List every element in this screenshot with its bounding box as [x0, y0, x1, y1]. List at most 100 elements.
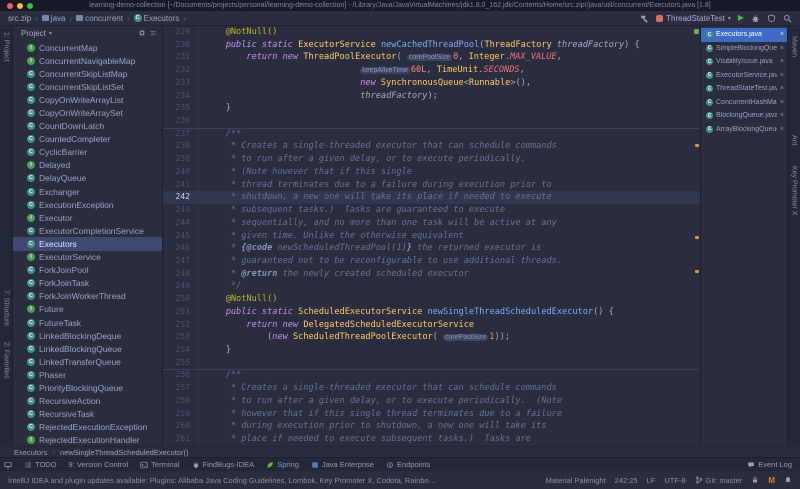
code-line[interactable]: 236: [163, 115, 700, 128]
close-icon[interactable]: ×: [780, 58, 784, 65]
line-separator-widget[interactable]: LF: [647, 476, 656, 485]
close-icon[interactable]: ×: [780, 126, 784, 133]
line-number[interactable]: 258: [163, 394, 199, 408]
breadcrumb-item[interactable]: java: [41, 14, 65, 23]
vcs-widget[interactable]: Git: master: [695, 476, 742, 485]
line-number[interactable]: 246: [163, 242, 199, 255]
project-tree-item[interactable]: C CopyOnWriteArrayList: [13, 93, 162, 106]
project-tree-item[interactable]: C RecursiveAction: [13, 395, 162, 408]
project-tree-item[interactable]: C Phaser: [13, 368, 162, 381]
project-tree-item[interactable]: I RejectedExecutionHandler: [13, 434, 162, 446]
tool-window-switcher-icon[interactable]: [4, 461, 12, 469]
build-hammer-icon[interactable]: [640, 14, 649, 23]
project-tree-item[interactable]: C ForkJoinTask: [13, 277, 162, 290]
close-icon[interactable]: ×: [780, 85, 784, 92]
line-number[interactable]: 237: [163, 127, 199, 141]
project-tree-item[interactable]: C CopyOnWriteArraySet: [13, 106, 162, 119]
code-line[interactable]: 229 @NotNull(): [163, 26, 700, 39]
code-line[interactable]: 239 * to run after a given delay, or to …: [163, 153, 700, 166]
code-line[interactable]: 241 * thread terminates due to a failure…: [163, 178, 700, 192]
stripe-mark[interactable]: [695, 143, 699, 147]
code-line[interactable]: 251 public static ScheduledExecutorServi…: [163, 305, 700, 319]
project-tree-item[interactable]: C ForkJoinPool: [13, 264, 162, 277]
code-line[interactable]: 247 * guaranteed not to be reconfigurabl…: [163, 254, 700, 268]
line-number[interactable]: 247: [163, 254, 199, 268]
line-number[interactable]: 240: [163, 165, 199, 179]
code-line[interactable]: 237 /**: [163, 127, 700, 141]
line-number[interactable]: 244: [163, 216, 199, 230]
code-line[interactable]: 256 /**: [163, 369, 700, 383]
project-tree-item[interactable]: C DelayQueue: [13, 172, 162, 185]
editor-breadcrumb-item[interactable]: Executors: [14, 448, 47, 457]
line-number[interactable]: 259: [163, 407, 199, 421]
code-line[interactable]: 240 * (Note however that if this single: [163, 165, 700, 179]
bell-icon[interactable]: [784, 476, 792, 484]
tool-window-button-terminal[interactable]: Terminal: [140, 460, 180, 469]
debug-button[interactable]: [751, 14, 760, 23]
coverage-button[interactable]: [767, 14, 776, 23]
line-number[interactable]: 243: [163, 204, 199, 217]
code-line[interactable]: 261 * place if needed to execute subsequ…: [163, 433, 700, 446]
line-number[interactable]: 235: [163, 102, 199, 116]
project-tree-item[interactable]: I ConcurrentNavigableMap: [13, 54, 162, 67]
gear-icon[interactable]: [138, 29, 146, 37]
line-number[interactable]: 230: [163, 38, 199, 52]
breadcrumb-item[interactable]: C Executors: [133, 14, 179, 23]
editor-tab[interactable]: C ThreadStateTest.java ×: [701, 82, 787, 96]
line-number[interactable]: 238: [163, 140, 199, 154]
project-tree-item[interactable]: C RecursiveTask: [13, 408, 162, 421]
close-icon[interactable]: ×: [780, 99, 784, 106]
line-number[interactable]: 232: [163, 64, 199, 77]
line-number[interactable]: 231: [163, 51, 199, 65]
encoding-widget[interactable]: UTF-8: [664, 476, 685, 485]
tool-window-button-versioncontrol[interactable]: 9: Version Control: [69, 460, 129, 469]
project-tree-item[interactable]: C ConcurrentSkipListMap: [13, 67, 162, 80]
code-line[interactable]: 245 * given time. Unlike the otherwise e…: [163, 229, 700, 243]
code-line[interactable]: 230 public static ExecutorService newCac…: [163, 38, 700, 52]
line-number[interactable]: 249: [163, 280, 199, 294]
editor-tab[interactable]: CArrayBlockingQueue.java×: [701, 123, 787, 137]
search-icon[interactable]: [783, 14, 792, 23]
code-line[interactable]: 234 threadFactory);: [163, 89, 700, 103]
tool-window-button-project[interactable]: 1: Project: [3, 32, 10, 62]
project-tree-item[interactable]: C CyclicBarrier: [13, 146, 162, 159]
line-number[interactable]: 239: [163, 153, 199, 166]
tool-window-button-findbugsidea[interactable]: FindBugs-IDEA: [192, 460, 254, 469]
code-line[interactable]: 257 * Creates a single-threaded executor…: [163, 382, 700, 395]
line-number[interactable]: 242: [163, 191, 199, 205]
project-tree-item[interactable]: C PriorityBlockingQueue: [13, 381, 162, 394]
line-number[interactable]: 233: [163, 76, 199, 90]
line-number[interactable]: 250: [163, 293, 199, 306]
project-tree-item[interactable]: C ConcurrentSkipListSet: [13, 80, 162, 93]
project-tree-item[interactable]: C ExecutorCompletionService: [13, 224, 162, 237]
line-number[interactable]: 245: [163, 229, 199, 243]
line-number[interactable]: 260: [163, 420, 199, 433]
material-theme-icon[interactable]: M: [768, 476, 775, 485]
editor-tab[interactable]: CConcurrentHashMap.java×: [701, 96, 787, 110]
close-icon[interactable]: ×: [780, 45, 784, 52]
lock-icon[interactable]: [751, 476, 759, 484]
breadcrumb-item[interactable]: src.zip: [8, 14, 31, 23]
line-number[interactable]: 253: [163, 331, 199, 344]
line-number[interactable]: 255: [163, 356, 199, 370]
editor-tab[interactable]: C ExecutorService.java ×: [701, 69, 787, 83]
project-tree-item[interactable]: C CountDownLatch: [13, 120, 162, 133]
code-line[interactable]: 242 * shutdown, a new one will take its …: [163, 191, 700, 205]
code-line[interactable]: 244 * sequentially, and no more than one…: [163, 216, 700, 230]
line-number[interactable]: 236: [163, 115, 199, 128]
code-line[interactable]: 235 }: [163, 102, 700, 116]
project-tree-item[interactable]: C LinkedBlockingDeque: [13, 329, 162, 342]
breadcrumb-item[interactable]: concurrent: [76, 14, 123, 23]
tool-window-button-ant[interactable]: Ant: [791, 135, 798, 146]
stripe-mark[interactable]: [695, 269, 699, 273]
tool-window-button-keypromoterx[interactable]: Key Promoter X: [791, 166, 798, 215]
project-tree-item[interactable]: C LinkedTransferQueue: [13, 355, 162, 368]
caret-position-widget[interactable]: 242:25: [615, 476, 638, 485]
code-line[interactable]: 238 * Creates a single-threaded executor…: [163, 140, 700, 154]
code-line[interactable]: 231 return new ThreadPoolExecutor( coreP…: [163, 51, 700, 65]
editor-tab[interactable]: C VisibilityIssue.java ×: [701, 55, 787, 69]
close-icon[interactable]: ×: [780, 72, 784, 79]
collapse-all-icon[interactable]: [149, 29, 157, 37]
code-editor[interactable]: 229 @NotNull() 230 public static Executor…: [163, 26, 700, 446]
project-tree-item[interactable]: C CountedCompleter: [13, 133, 162, 146]
